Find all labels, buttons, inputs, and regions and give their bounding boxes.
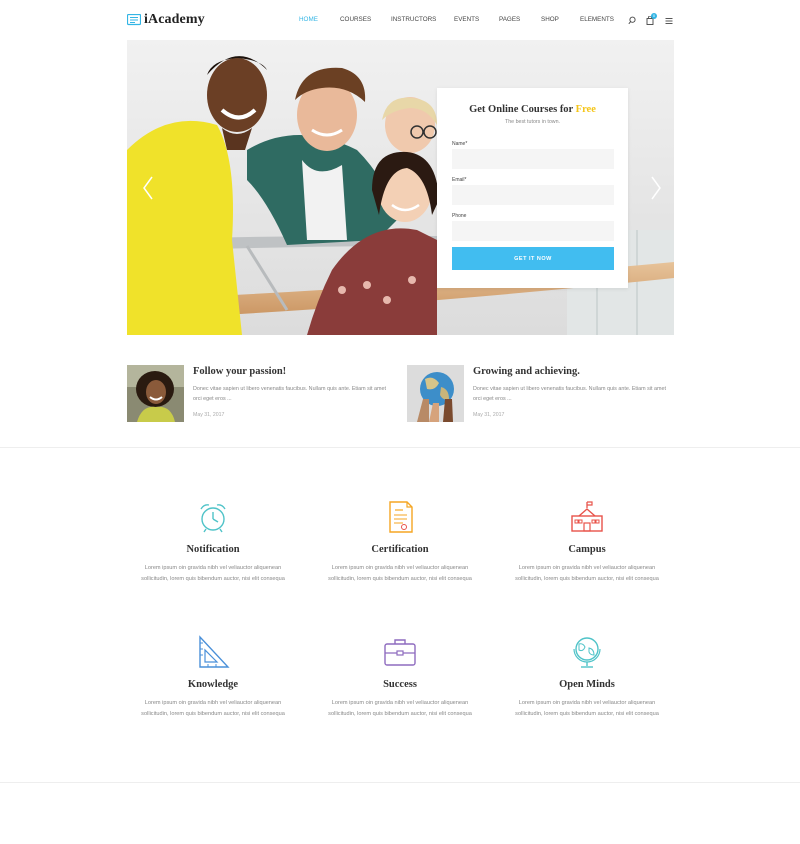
blog-post-card: Growing and achieving. Donec vitae sapie…: [407, 365, 677, 423]
feature-text: Lorem ipsum oin gravida nibh vel veliauc…: [515, 700, 659, 717]
feature-text: Lorem ipsum oin gravida nibh vel veliauc…: [328, 700, 472, 717]
feature-title: Certification: [371, 544, 429, 555]
site-header: iAcademy HOME COURSES INSTRUCTORS EVENTS…: [0, 0, 800, 40]
email-label: Email*: [452, 177, 467, 183]
feature-title: Knowledge: [187, 679, 239, 690]
post-thumbnail[interactable]: [407, 365, 464, 422]
set-square-icon: [199, 635, 230, 668]
feature-text: Lorem ipsum oin gravida nibh vel veliauc…: [515, 565, 659, 582]
name-field[interactable]: [452, 149, 614, 169]
feature-text: Lorem ipsum oin gravida nibh vel veliauc…: [141, 700, 285, 717]
hero-slider: Get Online Courses for Free The best tut…: [127, 40, 674, 335]
post-image-globe: [407, 365, 464, 422]
nav-pages[interactable]: PAGES: [499, 16, 520, 23]
slider-prev-arrow[interactable]: [142, 176, 154, 200]
feature-title: Success: [383, 679, 417, 690]
course-signup-form: Get Online Courses for Free The best tut…: [437, 88, 628, 288]
search-icon[interactable]: [628, 16, 637, 25]
nav-home[interactable]: HOME: [299, 16, 318, 23]
post-image-woman: [127, 365, 184, 422]
globe-icon: [573, 637, 601, 668]
book-icon: [127, 14, 141, 26]
feature-title: Open Minds: [559, 679, 615, 690]
brand-name: iAcademy: [144, 12, 205, 27]
nav-elements[interactable]: ELEMENTS: [580, 16, 614, 23]
form-title: Get Online Courses for Free: [469, 104, 596, 115]
phone-field[interactable]: [452, 221, 614, 241]
blog-post-card: Follow your passion! Donec vitae sapien …: [127, 365, 397, 423]
post-title[interactable]: Growing and achieving.: [473, 366, 580, 377]
logo[interactable]: iAcademy: [127, 12, 205, 28]
name-label: Name*: [452, 141, 468, 147]
school-building-icon: [571, 501, 603, 532]
nav-instructors[interactable]: INSTRUCTORS: [391, 16, 436, 23]
feature-text: Lorem ipsum oin gravida nibh vel veliauc…: [328, 565, 472, 582]
menu-icon[interactable]: [665, 17, 674, 26]
post-excerpt: Donec vitae sapien ut libero venenatis f…: [473, 386, 666, 402]
post-excerpt: Donec vitae sapien ut libero venenatis f…: [193, 386, 386, 402]
nav-courses[interactable]: COURSES: [340, 16, 371, 23]
post-date: May 31, 2017: [193, 412, 225, 418]
briefcase-icon: [384, 639, 416, 666]
email-field[interactable]: [452, 185, 614, 205]
nav-shop[interactable]: SHOP: [541, 16, 559, 23]
feature-text: Lorem ipsum oin gravida nibh vel veliauc…: [141, 565, 285, 582]
slider-next-arrow[interactable]: [650, 176, 662, 200]
feature-title: Notification: [186, 544, 240, 555]
section-divider: [0, 447, 800, 448]
post-date: May 31, 2017: [473, 412, 505, 418]
feature-title: Campus: [568, 544, 606, 555]
form-subtitle: The best tutors in town.: [504, 119, 561, 125]
certificate-icon: [389, 501, 413, 533]
phone-label: Phone: [452, 213, 467, 219]
cart-count-badge: 0: [651, 13, 657, 19]
section-divider: [0, 782, 800, 783]
get-it-now-button[interactable]: GET IT NOW: [452, 247, 614, 270]
alarm-clock-icon: [200, 504, 226, 533]
post-title[interactable]: Follow your passion!: [193, 366, 286, 377]
post-thumbnail[interactable]: [127, 365, 184, 422]
nav-events[interactable]: EVENTS: [454, 16, 479, 23]
